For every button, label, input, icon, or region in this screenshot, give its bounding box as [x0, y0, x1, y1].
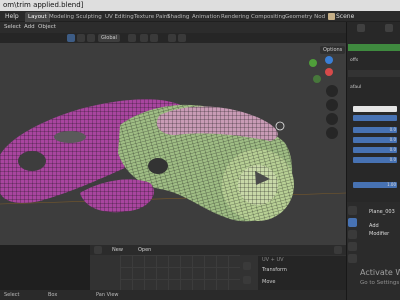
proportional-icon[interactable]	[128, 34, 136, 42]
header-menu-icon[interactable]	[334, 246, 342, 254]
overlay-icon[interactable]	[140, 34, 148, 42]
gizmo-x-axis[interactable]	[325, 68, 333, 76]
status-box: Box	[48, 292, 58, 298]
outliner-row[interactable]	[348, 70, 400, 77]
property-value[interactable]: 0.0	[353, 137, 397, 143]
status-select: Select	[4, 292, 20, 298]
modifier-tab-icon[interactable]	[348, 218, 357, 227]
object-name[interactable]: Plane_003	[369, 208, 395, 216]
scene-icon[interactable]	[328, 13, 335, 20]
activation-watermark-sub: Go to Settings to	[360, 280, 400, 286]
property-value[interactable]: 0.0	[353, 157, 397, 163]
activation-watermark: Activate Wind	[360, 268, 400, 277]
property-field[interactable]	[353, 106, 397, 112]
open-image-button[interactable]: Open	[136, 246, 153, 254]
top-menubar: Help Layout Modeling Sculpting UV Editin…	[0, 11, 400, 22]
menu-add[interactable]: Add	[24, 22, 35, 33]
editor-type-icon[interactable]	[94, 246, 102, 254]
title-bar: om\trim applied.blend]	[0, 0, 400, 11]
zoom-icon[interactable]	[326, 85, 338, 97]
transform-title[interactable]: Transform	[262, 266, 287, 274]
hand-icon[interactable]	[243, 276, 251, 284]
zoom-icon[interactable]	[243, 262, 251, 270]
property-value[interactable]: 0.0	[353, 147, 397, 153]
menu-select[interactable]: Select	[4, 22, 21, 33]
transform-panel: UV + UV Transform Move	[258, 256, 346, 290]
gizmo-y-axis[interactable]	[309, 59, 317, 67]
property-value[interactable]: 1.00	[353, 182, 397, 188]
3d-viewport[interactable]: Options	[0, 43, 346, 245]
outliner-add-icon[interactable]	[385, 24, 393, 32]
status-pan-view: Pan View	[96, 292, 119, 298]
options-dropdown[interactable]: Options	[320, 46, 346, 54]
particles-tab-icon[interactable]	[348, 230, 357, 239]
property-value[interactable]: 0.0	[353, 127, 397, 133]
outliner-row[interactable]: offs	[348, 57, 400, 64]
property-field[interactable]	[353, 115, 397, 121]
new-image-button[interactable]: New	[110, 246, 125, 254]
menu-help[interactable]: Help	[5, 11, 19, 22]
scene-selector[interactable]: Scene	[336, 11, 354, 22]
grid-icon[interactable]	[326, 127, 338, 139]
tool-tab-icon[interactable]	[348, 206, 357, 215]
tool-header: Global	[0, 33, 346, 43]
xray-icon[interactable]	[150, 34, 158, 42]
uv-nav-tools	[240, 258, 254, 290]
shading-solid-icon[interactable]	[168, 34, 176, 42]
outliner-filter-icon[interactable]	[357, 24, 365, 32]
orientation-dropdown[interactable]: Global	[98, 34, 120, 42]
image-editor-header: New Open	[90, 245, 346, 255]
mesh-render	[0, 99, 346, 222]
tab-geometry-nodes[interactable]: Geometry Nod	[282, 12, 328, 22]
pivot-icon[interactable]	[77, 34, 85, 42]
outliner-row[interactable]: afaul	[348, 84, 400, 91]
mode-icon[interactable]	[67, 34, 75, 42]
physics-tab-icon[interactable]	[348, 242, 357, 251]
tab-sculpting[interactable]: Sculpting	[73, 12, 105, 22]
outliner-panel: offs afaul 0.0 0.0 0.0 0.0 1.00	[346, 22, 400, 202]
hand-icon[interactable]	[326, 99, 338, 111]
uv-grid	[120, 255, 240, 290]
status-bar: Select Box Pan View	[0, 290, 346, 300]
snap-icon[interactable]	[87, 34, 95, 42]
outliner-row-active[interactable]	[348, 44, 400, 51]
gizmo-neg-y[interactable]	[313, 75, 321, 83]
uv-sync-label: UV + UV	[262, 257, 284, 263]
add-modifier-button[interactable]: Add Modifier	[369, 222, 400, 238]
constraints-tab-icon[interactable]	[348, 254, 357, 263]
move-label[interactable]: Move	[262, 278, 275, 286]
gizmo-z-axis[interactable]	[325, 56, 333, 64]
menu-object[interactable]: Object	[38, 22, 56, 33]
tab-rendering[interactable]: Rendering	[218, 12, 252, 22]
viewport-header: Select Add Object	[0, 22, 346, 33]
shading-material-icon[interactable]	[178, 34, 186, 42]
camera-icon[interactable]	[326, 113, 338, 125]
window-title: om\trim applied.blend]	[3, 1, 84, 9]
timeline-area	[0, 245, 90, 290]
